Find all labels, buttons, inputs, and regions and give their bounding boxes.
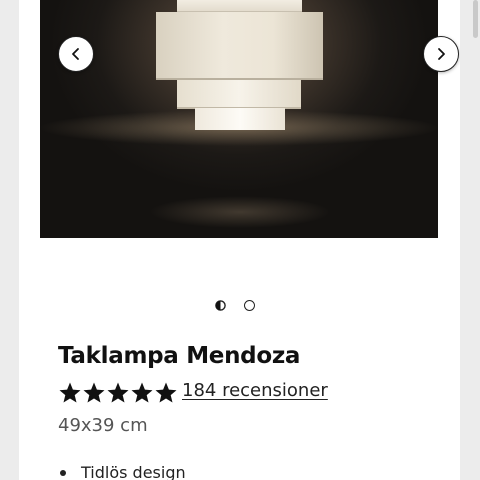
carousel-prev-button[interactable]	[58, 36, 94, 72]
feature-list: Tidlös design	[58, 462, 186, 480]
bullet-icon	[60, 470, 66, 476]
star-icon	[155, 382, 177, 402]
lampshade-tier-bottom	[195, 108, 285, 130]
chevron-left-icon	[72, 48, 79, 60]
star-rating	[58, 380, 178, 405]
carousel-dot[interactable]	[244, 300, 255, 311]
list-item: Tidlös design	[58, 462, 186, 480]
floor-glow	[140, 188, 340, 228]
star-icon	[59, 382, 81, 402]
product-title: Taklampa Mendoza	[58, 343, 301, 369]
star-icon	[131, 382, 153, 402]
lampshade-tier-large	[156, 12, 323, 80]
star-icon	[107, 382, 129, 402]
product-dimensions: 49x39 cm	[58, 415, 148, 436]
chevron-right-icon	[438, 48, 445, 60]
reviews-link[interactable]: 184 recensioner	[182, 380, 328, 401]
lampshade-tier-middle	[177, 80, 301, 109]
product-image[interactable]	[40, 0, 438, 238]
scrollbar[interactable]	[473, 0, 478, 38]
carousel-dot-active[interactable]	[215, 300, 226, 311]
feature-label: Tidlös design	[81, 463, 186, 480]
star-icon	[83, 382, 105, 402]
product-card: Taklampa Mendoza 184 recensioner 49x39 c…	[19, 0, 460, 480]
carousel-next-button[interactable]	[423, 36, 459, 72]
